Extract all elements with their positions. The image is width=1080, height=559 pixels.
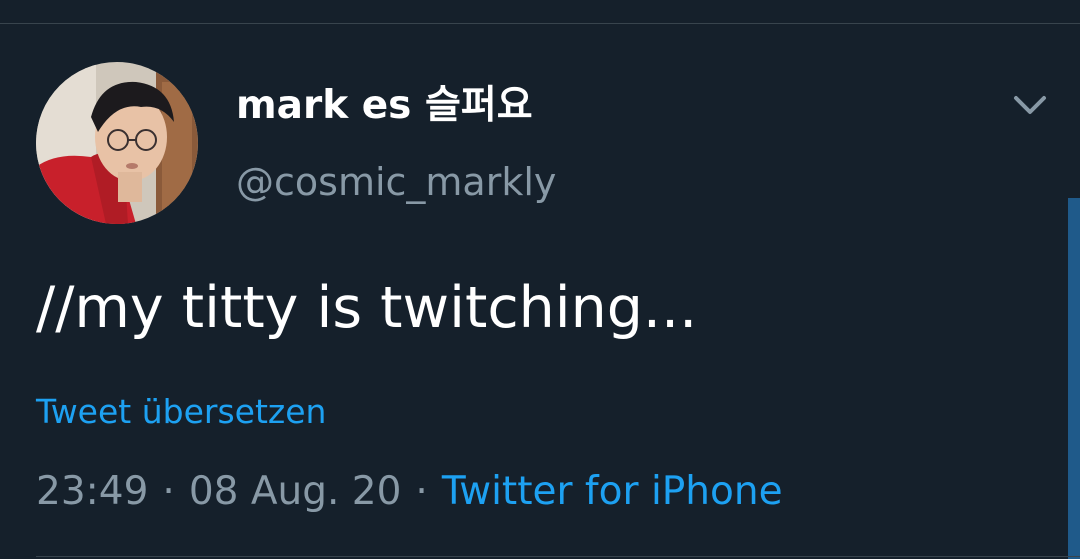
chevron-down-icon[interactable]: [1010, 90, 1050, 122]
user-handle[interactable]: @cosmic_markly: [236, 157, 556, 207]
meta-separator: ·: [162, 469, 175, 514]
tweet-date: 08 Aug. 20: [188, 469, 402, 514]
scrollbar[interactable]: [1068, 198, 1080, 559]
bottom-divider: [36, 556, 1080, 557]
tweet-time: 23:49: [36, 469, 149, 514]
tweet-text: //my titty is twitching...: [36, 275, 698, 341]
top-divider: [0, 23, 1080, 24]
tweet-meta: 23:49 · 08 Aug. 20 · Twitter for iPhone: [36, 466, 783, 518]
meta-separator: ·: [415, 469, 428, 514]
avatar[interactable]: [36, 62, 198, 224]
tweet-source-link[interactable]: Twitter for iPhone: [442, 469, 783, 514]
avatar-image: [36, 62, 198, 224]
display-name[interactable]: mark es 슬퍼요: [236, 80, 533, 132]
translate-tweet-link[interactable]: Tweet übersetzen: [36, 390, 326, 434]
